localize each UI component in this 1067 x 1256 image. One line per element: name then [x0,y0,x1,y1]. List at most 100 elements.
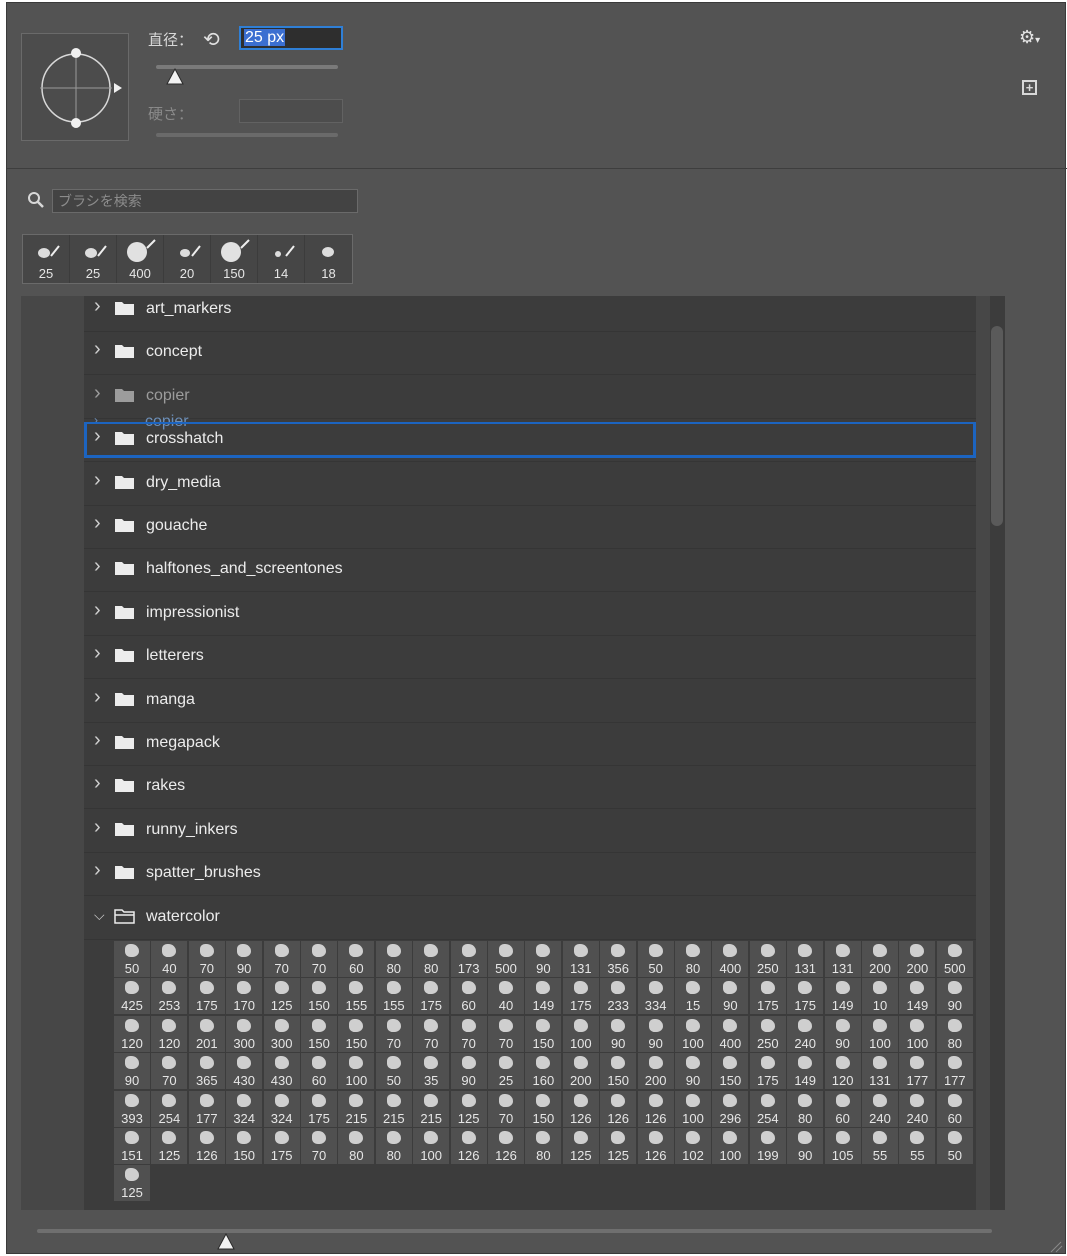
brush-preset[interactable]: 155 [375,978,412,1015]
chevron-right-icon[interactable]: › [94,642,101,665]
brush-preset[interactable]: 175 [301,1090,337,1127]
brush-preset[interactable]: 100 [675,1015,711,1052]
brush-preset[interactable]: 365 [188,1053,225,1090]
brush-preset[interactable]: 80 [413,941,450,977]
hardness-input[interactable] [239,99,343,123]
folder-row[interactable]: › manga [84,680,976,723]
brush-list[interactable]: › art_markers › concept › copier › crosshatch › d… [21,296,1005,1210]
brush-preset[interactable]: 149 [899,978,936,1015]
gear-icon[interactable]: ⚙▾ [1019,27,1040,48]
brush-preset[interactable]: 100 [862,1015,898,1052]
brush-preset[interactable]: 425 [114,978,150,1015]
brush-preset[interactable]: 400 [712,941,749,977]
brush-preset[interactable]: 100 [562,1015,599,1052]
folder-row[interactable]: ⌵ watercolor [84,897,976,940]
brush-preset[interactable]: 60 [301,1053,337,1090]
brush-preset[interactable]: 125 [151,1128,188,1164]
brush-preset[interactable]: 170 [226,978,263,1015]
brush-preset[interactable]: 250 [749,941,786,977]
brush-preset[interactable]: 90 [637,1015,674,1052]
brush-preset[interactable]: 215 [338,1090,375,1127]
folder-row[interactable]: › letterers [84,636,976,680]
folder-row[interactable]: › runny_inkers [84,810,976,853]
brush-preset[interactable]: 253 [151,978,188,1015]
brush-preset[interactable]: 175 [263,1128,300,1164]
brush-preset[interactable]: 90 [226,941,263,977]
brush-preset[interactable]: 131 [787,941,824,977]
brush-preset[interactable]: 126 [637,1128,674,1164]
brush-preset[interactable]: 150 [525,1015,562,1052]
brush-preset[interactable]: 70 [413,1015,450,1052]
brush-preset[interactable]: 105 [824,1128,861,1164]
chevron-right-icon[interactable]: › [94,512,101,535]
search-input[interactable]: ブラシを検索 [52,189,358,213]
brush-preset[interactable]: 149 [787,1053,824,1090]
brush-preset[interactable]: 200 [862,941,898,977]
brush-preset[interactable]: 125 [114,1165,150,1202]
brush-preset[interactable]: 80 [787,1090,824,1127]
brush-preset[interactable]: 100 [675,1090,711,1127]
recent-brush[interactable]: 400 [117,235,164,283]
brush-preset[interactable]: 70 [375,1015,412,1052]
brush-preset[interactable]: 126 [600,1090,637,1127]
hardness-slider[interactable] [156,133,338,137]
brush-preset[interactable]: 35 [413,1053,450,1090]
folder-row[interactable]: › dry_media [84,463,976,506]
brush-preset[interactable]: 150 [301,1015,337,1052]
brush-preset[interactable]: 120 [151,1015,188,1052]
brush-preset[interactable]: 60 [338,941,375,977]
brush-preset[interactable]: 400 [712,1015,749,1052]
brush-preset[interactable]: 90 [824,1015,861,1052]
brush-preset[interactable]: 60 [936,1090,973,1127]
brush-preset[interactable]: 125 [450,1090,487,1127]
brush-preset[interactable]: 70 [450,1015,487,1052]
brush-preset[interactable]: 131 [824,941,861,977]
vertical-scrollbar-thumb[interactable] [991,326,1003,526]
brush-preset[interactable]: 102 [675,1128,711,1164]
brush-preset[interactable]: 175 [749,978,786,1015]
folder-row[interactable]: › copier [84,376,976,419]
brush-preset[interactable]: 240 [787,1015,824,1052]
brush-preset[interactable]: 240 [862,1090,898,1127]
brush-preset[interactable]: 334 [637,978,674,1015]
brush-preset[interactable]: 90 [450,1053,487,1090]
brush-preset[interactable]: 215 [413,1090,450,1127]
brush-preset[interactable]: 199 [749,1128,786,1164]
brush-preset[interactable]: 80 [338,1128,375,1164]
recent-brush[interactable]: 25 [23,235,70,283]
recent-brush[interactable]: 20 [164,235,211,283]
brush-preset[interactable]: 175 [749,1053,786,1090]
brush-preset[interactable]: 240 [899,1090,936,1127]
brush-preset[interactable]: 155 [338,978,375,1015]
brush-preset[interactable]: 233 [600,978,637,1015]
chevron-right-icon[interactable]: › [94,772,101,795]
brush-preset[interactable]: 80 [375,1128,412,1164]
preview-size-slider-thumb[interactable] [216,1233,236,1251]
new-preset-button[interactable]: + [1022,80,1037,95]
folder-row[interactable]: › megapack [84,723,976,766]
brush-preset[interactable]: 70 [301,941,337,977]
brush-preset[interactable]: 125 [562,1128,599,1164]
brush-preset[interactable]: 100 [712,1128,749,1164]
brush-preset[interactable]: 131 [862,1053,898,1090]
brush-preset[interactable]: 70 [301,1128,337,1164]
brush-preset[interactable]: 200 [562,1053,599,1090]
recent-brush[interactable]: 25 [70,235,117,283]
brush-preset[interactable]: 15 [675,978,711,1015]
brush-preset[interactable]: 126 [562,1090,599,1127]
brush-preset[interactable]: 126 [188,1128,225,1164]
brush-preset[interactable]: 90 [675,1053,711,1090]
recent-brush[interactable]: 150 [211,235,258,283]
brush-preset[interactable]: 500 [488,941,524,977]
brush-preset[interactable]: 80 [675,941,711,977]
brush-preset[interactable]: 393 [114,1090,150,1127]
brush-preset[interactable]: 90 [114,1053,150,1090]
preview-size-slider[interactable] [37,1229,992,1233]
brush-preset[interactable]: 120 [114,1015,150,1052]
brush-preset[interactable]: 150 [712,1053,749,1090]
brush-preset[interactable]: 150 [301,978,337,1015]
brush-preset[interactable]: 200 [899,941,936,977]
brush-preset[interactable]: 300 [226,1015,263,1052]
chevron-right-icon[interactable]: › [94,859,101,882]
brush-preset[interactable]: 177 [188,1090,225,1127]
